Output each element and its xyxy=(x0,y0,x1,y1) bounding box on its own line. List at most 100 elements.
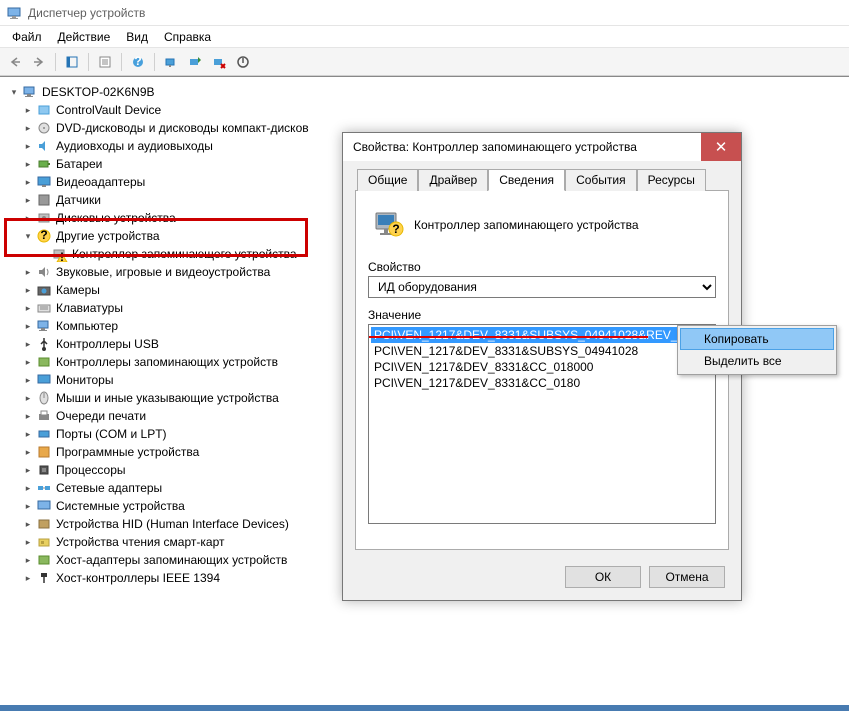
tree-label: Процессоры xyxy=(56,463,126,477)
printer-icon xyxy=(36,408,52,424)
value-label: Значение xyxy=(368,308,716,322)
expander-icon[interactable]: ▸ xyxy=(22,428,34,440)
tree-label: Программные устройства xyxy=(56,445,199,459)
tree-label: Компьютер xyxy=(56,319,118,333)
dialog-titlebar[interactable]: Свойства: Контроллер запоминающего устро… xyxy=(343,133,741,161)
expander-icon[interactable]: ▸ xyxy=(22,554,34,566)
uninstall-button[interactable] xyxy=(208,51,230,73)
tree-label: Хост-контроллеры IEEE 1394 xyxy=(56,571,220,585)
back-button[interactable] xyxy=(4,51,26,73)
menu-view[interactable]: Вид xyxy=(118,28,156,46)
tab-events[interactable]: События xyxy=(565,169,637,191)
expander-icon[interactable]: ▸ xyxy=(22,338,34,350)
monitor-icon xyxy=(36,372,52,388)
ok-button[interactable]: ОК xyxy=(565,566,641,588)
titlebar: Диспетчер устройств xyxy=(0,0,849,26)
expander-icon[interactable]: ▸ xyxy=(22,266,34,278)
hid-icon xyxy=(36,516,52,532)
scan-button[interactable] xyxy=(160,51,182,73)
tree-label: Хост-адаптеры запоминающих устройств xyxy=(56,553,287,567)
hardware-id-item[interactable]: PCI\VEN_1217&DEV_8331&SUBSYS_04941028 xyxy=(371,343,713,359)
tree-label: Датчики xyxy=(56,193,101,207)
disable-button[interactable] xyxy=(232,51,254,73)
hardware-id-item[interactable]: PCI\VEN_1217&DEV_8331&CC_018000 xyxy=(371,359,713,375)
tabstrip: Общие Драйвер Сведения События Ресурсы xyxy=(355,169,729,191)
expander-icon[interactable]: ▸ xyxy=(22,104,34,116)
device-icon: ? xyxy=(372,207,404,242)
hardware-id-item[interactable]: PCI\VEN_1217&DEV_8331&CC_0180 xyxy=(371,375,713,391)
expander-icon[interactable]: ▸ xyxy=(22,500,34,512)
menu-help[interactable]: Справка xyxy=(156,28,219,46)
app-icon xyxy=(6,5,22,21)
tree-root[interactable]: ▾DESKTOP-02K6N9B xyxy=(0,83,849,101)
hardware-id-item[interactable]: PCI\VEN_1217&DEV_8331&SUBSYS_04941028&RE… xyxy=(371,327,713,343)
svg-text:?: ? xyxy=(40,228,47,242)
svg-text:?: ? xyxy=(392,222,399,236)
keyboard-icon xyxy=(36,300,52,316)
tree-label: Системные устройства xyxy=(56,499,185,513)
device-icon xyxy=(36,102,52,118)
display-icon xyxy=(36,174,52,190)
tree-node[interactable]: ▸ControlVault Device xyxy=(0,101,849,119)
expander-icon[interactable]: ▸ xyxy=(22,140,34,152)
expander-icon[interactable]: ▸ xyxy=(22,212,34,224)
expander-icon[interactable]: ▸ xyxy=(22,464,34,476)
separator xyxy=(55,53,56,71)
property-select-wrap: ИД оборудования xyxy=(368,276,716,298)
svg-text:!: ! xyxy=(60,250,64,262)
tree-label: Устройства HID (Human Interface Devices) xyxy=(56,517,289,531)
expander-icon[interactable]: ▸ xyxy=(22,320,34,332)
toolbar: ? xyxy=(0,48,849,76)
context-select-all[interactable]: Выделить все xyxy=(680,350,834,372)
separator xyxy=(154,53,155,71)
tree-label: Порты (COM и LPT) xyxy=(56,427,167,441)
expander-icon[interactable]: ▾ xyxy=(8,86,20,98)
tab-details[interactable]: Сведения xyxy=(488,169,565,191)
tab-general[interactable]: Общие xyxy=(357,169,418,191)
expander-icon[interactable]: ▸ xyxy=(22,176,34,188)
ieee-icon xyxy=(36,570,52,586)
expander-icon[interactable]: ▸ xyxy=(22,374,34,386)
expander-icon[interactable]: ▸ xyxy=(22,158,34,170)
expander-icon[interactable]: ▸ xyxy=(22,392,34,404)
close-button[interactable]: ✕ xyxy=(701,133,741,161)
tab-resources[interactable]: Ресурсы xyxy=(637,169,706,191)
menubar: Файл Действие Вид Справка xyxy=(0,26,849,48)
forward-button[interactable] xyxy=(28,51,50,73)
computer-icon xyxy=(36,318,52,334)
show-hide-button[interactable] xyxy=(61,51,83,73)
underline-annotation xyxy=(369,336,648,338)
property-select[interactable]: ИД оборудования xyxy=(368,276,716,298)
expander-icon[interactable]: ▸ xyxy=(22,572,34,584)
menu-action[interactable]: Действие xyxy=(50,28,119,46)
cancel-button[interactable]: Отмена xyxy=(649,566,725,588)
expander-icon[interactable]: ▸ xyxy=(22,302,34,314)
tree-label: Дисковые устройства xyxy=(56,211,176,225)
expander-icon[interactable]: ▸ xyxy=(22,518,34,530)
separator xyxy=(88,53,89,71)
window-title: Диспетчер устройств xyxy=(28,6,145,20)
properties-button[interactable] xyxy=(94,51,116,73)
tree-label: Видеоадаптеры xyxy=(56,175,145,189)
storage-icon xyxy=(36,354,52,370)
expander-icon[interactable]: ▾ xyxy=(22,230,34,242)
update-driver-button[interactable] xyxy=(184,51,206,73)
expander-icon[interactable]: ▸ xyxy=(22,194,34,206)
cpu-icon xyxy=(36,462,52,478)
expander-icon[interactable]: ▸ xyxy=(22,536,34,548)
expander-spacer xyxy=(38,248,50,260)
expander-icon[interactable]: ▸ xyxy=(22,356,34,368)
expander-icon[interactable]: ▸ xyxy=(22,122,34,134)
menu-file[interactable]: Файл xyxy=(4,28,50,46)
value-listbox[interactable]: PCI\VEN_1217&DEV_8331&SUBSYS_04941028&RE… xyxy=(368,324,716,524)
context-copy[interactable]: Копировать xyxy=(680,328,834,350)
expander-icon[interactable]: ▸ xyxy=(22,482,34,494)
usb-icon xyxy=(36,336,52,352)
help-button[interactable]: ? xyxy=(127,51,149,73)
tab-driver[interactable]: Драйвер xyxy=(418,169,488,191)
expander-icon[interactable]: ▸ xyxy=(22,284,34,296)
smartcard-icon xyxy=(36,534,52,550)
expander-icon[interactable]: ▸ xyxy=(22,446,34,458)
expander-icon[interactable]: ▸ xyxy=(22,410,34,422)
computer-icon xyxy=(22,84,38,100)
